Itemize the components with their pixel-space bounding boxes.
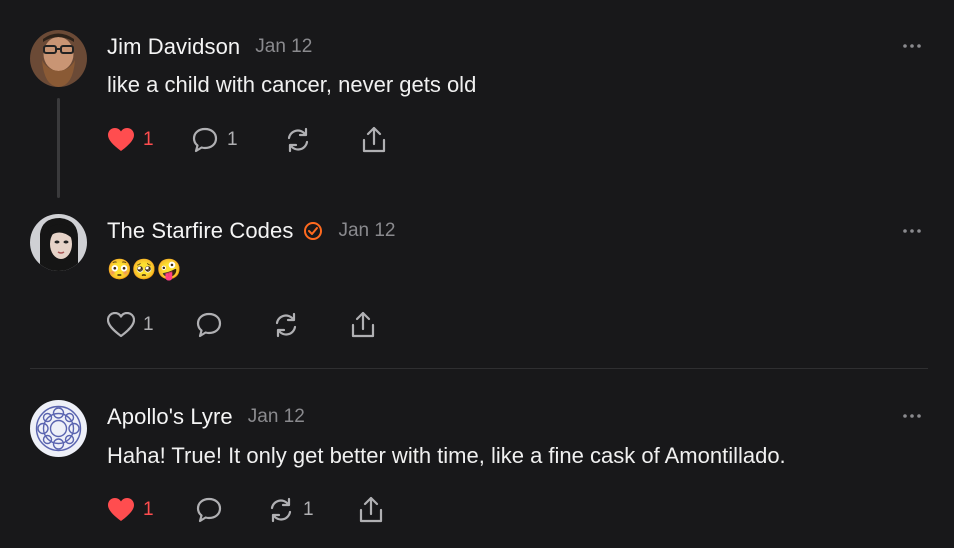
share-icon: [351, 311, 375, 338]
more-options-icon[interactable]: [902, 406, 922, 426]
like-button[interactable]: 1: [107, 123, 154, 157]
heart-icon: [107, 312, 135, 338]
repost-button[interactable]: 1: [267, 493, 314, 527]
avatar[interactable]: [30, 30, 87, 87]
post-header: Apollo's Lyre Jan 12: [107, 402, 305, 432]
heart-icon: [108, 128, 134, 151]
like-button[interactable]: 1: [107, 308, 154, 342]
avatar[interactable]: [30, 400, 87, 457]
post-text: like a child with cancer, never gets old: [107, 72, 477, 97]
reply-count: 1: [227, 129, 238, 150]
repost-icon: [287, 127, 309, 153]
more-options-icon[interactable]: [902, 36, 922, 56]
share-button[interactable]: [357, 493, 385, 527]
avatar[interactable]: [30, 214, 87, 271]
like-count: 1: [143, 129, 154, 150]
comment-icon: [192, 127, 218, 153]
post-date[interactable]: Jan 12: [338, 220, 395, 242]
like-count: 1: [143, 499, 154, 520]
like-button[interactable]: 1: [107, 493, 154, 527]
post-text: 😳🥺🤪: [107, 259, 182, 281]
author-name[interactable]: Apollo's Lyre: [107, 404, 233, 430]
repost-icon: [270, 497, 292, 523]
share-button[interactable]: [360, 123, 388, 157]
repost-count: 1: [303, 499, 314, 520]
post-header: Jim Davidson Jan 12: [107, 32, 312, 62]
repost-icon: [275, 312, 297, 338]
more-options-icon[interactable]: [902, 221, 922, 241]
author-name[interactable]: Jim Davidson: [107, 34, 240, 60]
thread-line: [57, 98, 60, 198]
post-header: The Starfire Codes Jan 12: [107, 216, 395, 246]
repost-button[interactable]: [284, 123, 320, 157]
repost-button[interactable]: [272, 308, 308, 342]
post-text: Haha! True! It only get better with time…: [107, 443, 786, 468]
heart-icon: [108, 498, 134, 521]
share-icon: [359, 496, 383, 523]
reply-button[interactable]: 1: [191, 123, 238, 157]
share-button[interactable]: [349, 308, 377, 342]
divider: [30, 368, 928, 369]
reply-button[interactable]: [195, 308, 231, 342]
post-date[interactable]: Jan 12: [248, 406, 305, 428]
like-count: 1: [143, 314, 154, 335]
reply-button[interactable]: [195, 493, 231, 527]
verified-check-icon: [304, 222, 323, 240]
comment-icon: [196, 312, 222, 338]
post-date[interactable]: Jan 12: [255, 36, 312, 58]
author-name[interactable]: The Starfire Codes: [107, 218, 293, 244]
comment-icon: [196, 497, 222, 523]
share-icon: [362, 126, 386, 153]
